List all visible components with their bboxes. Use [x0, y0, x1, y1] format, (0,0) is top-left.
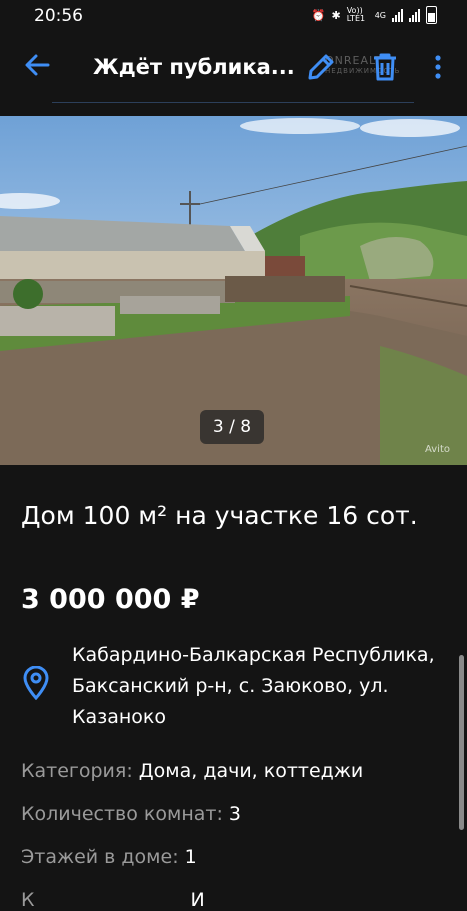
pencil-icon[interactable] — [304, 50, 338, 84]
status-bar: 20:56 ⏰ ✱ Vo)) LTE1 4G — [0, 0, 467, 32]
top-app-bar: Ждёт публика... ONREALT НЕДВИЖИМОСТЬ — [0, 32, 467, 104]
scrollbar[interactable] — [459, 655, 464, 830]
status-time: 20:56 — [34, 6, 83, 26]
trash-icon[interactable] — [368, 50, 402, 84]
signal-icon — [392, 8, 403, 22]
status-icons: ⏰ ✱ Vo)) LTE1 4G — [312, 6, 437, 24]
bluetooth-icon: ✱ — [331, 8, 341, 22]
more-vert-icon[interactable] — [428, 52, 448, 82]
photo-counter: 3 / 8 — [200, 410, 264, 444]
signal-2-icon — [409, 8, 420, 22]
param-cut-off: К И — [21, 889, 205, 911]
param-category: Категория: Дома, дачи, коттеджи — [21, 760, 364, 782]
battery-icon — [426, 6, 437, 24]
param-floors: Этажей в доме: 1 — [21, 846, 197, 868]
photo-credit: Avito — [425, 444, 450, 455]
alarm-icon: ⏰ — [311, 8, 326, 22]
listing-price: 3 000 000 ₽ — [21, 584, 200, 615]
location-pin-icon — [23, 666, 49, 700]
param-rooms: Количество комнат: 3 — [21, 803, 242, 825]
listing-title: Дом 100 м² на участке 16 сот. — [21, 501, 418, 530]
listing-address[interactable]: Кабардино-Балкарская Республика, Баксанс… — [72, 640, 442, 733]
volte-label: Vo)) LTE1 — [346, 6, 366, 23]
appbar-divider — [52, 102, 414, 103]
back-arrow-icon[interactable] — [22, 50, 52, 80]
network-4g-label: 4G — [374, 10, 386, 20]
page-title: Ждёт публика... — [93, 55, 295, 79]
